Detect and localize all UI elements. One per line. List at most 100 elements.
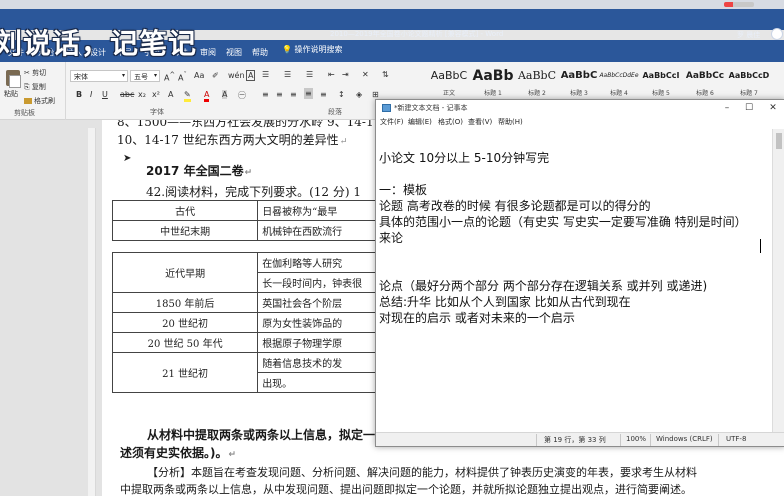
font-group-label: 字体 [150,108,164,116]
table-row: 古代 日晷被称为“最早 [111,200,382,221]
zoom-level: 100% [626,435,647,443]
paragraph-group-label: 段落 [328,108,342,116]
style-heading-7[interactable]: AaBbCcD 标题 7 [727,66,771,102]
text-effects-icon[interactable]: A [168,90,173,99]
chevron-down-icon: ▾ [121,72,125,79]
notepad-line: 一：模板 [379,183,428,197]
menu-help[interactable]: 帮助(H) [498,117,523,127]
notepad-line: 总结:升华 比如从个人到国家 比如从古代到现在 [379,295,631,309]
chinese-layout-icon[interactable]: ✕ [362,70,369,79]
doc-analysis-line-1: 【分析】本题旨在考查发现问题、分析问题、解决问题的能力，材料提供了钟表历史演变的… [147,466,697,479]
paste-button[interactable]: 粘贴 [4,89,18,99]
style-normal[interactable]: AaBbC 正文 [427,66,471,102]
shading-icon[interactable]: ◈ [356,90,362,99]
align-center-icon[interactable]: ≡ [276,90,283,99]
doc-table: 古代 日晷被称为“最早 中世纪末期 机械钟在西欧流行 近代早期 在伽利略等人研究 长一… [111,200,382,393]
style-heading-4[interactable]: AaBbCcDdEe 标题 4 [597,66,641,102]
word-window-title: 2010—2019年全国卷小论文题精析 [兼容模式] - Word [330,30,504,38]
numbering-icon[interactable]: ☰ [284,70,291,79]
style-heading-5[interactable]: AaBbCcI 标题 5 [639,66,683,102]
enclose-characters-icon[interactable]: ㊀ [238,90,246,101]
italic-icon[interactable]: I [90,90,92,99]
bold-icon[interactable]: B [76,90,82,99]
line-spacing-icon[interactable]: ↕ [338,90,345,99]
doc-question: 42.阅读材料，完成下列要求。(12 分) 1 [146,185,361,199]
paste-icon[interactable] [6,70,21,88]
doc-task-line-2: 述须有史实依据。)。↵ [120,446,237,460]
menu-view[interactable]: 查看(V) [468,117,492,127]
close-icon[interactable]: ✕ [762,101,784,115]
table-row [112,240,382,253]
font-name-select[interactable]: 宋体 ▾ [70,70,128,82]
scissors-icon: ✂ [24,69,30,77]
style-heading-6[interactable]: AaBbCc 标题 6 [683,66,727,102]
notepad-window[interactable]: *新建文本文档 - 记事本 – ☐ ✕ 文件(F) 编辑(E) 格式(O) 查看… [375,99,784,447]
phonetic-guide-icon[interactable]: wén [228,71,245,80]
window-dots-icon [724,2,754,7]
change-case-icon[interactable]: Aa [194,71,204,80]
encoding: UTF-8 [726,435,747,443]
multilevel-list-icon[interactable]: ☰ [306,70,313,79]
distributed-icon[interactable]: ≡ [320,90,327,99]
notepad-line: 对现在的启示 或者对未来的一个启示 [379,311,575,325]
maximize-icon[interactable]: ☐ [738,101,760,115]
sort-icon[interactable]: ⇅ [382,70,389,79]
tab-help[interactable]: 帮助 [252,47,268,58]
status-separator [620,434,621,446]
notepad-icon [382,104,391,112]
subscript-icon[interactable]: x₂ [138,90,146,99]
clear-format-icon[interactable]: ✐ [212,71,219,80]
shrink-font-icon[interactable]: Aˇ [178,71,187,83]
format-painter-icon [24,98,32,104]
menu-file[interactable]: 文件(F) [380,117,404,127]
align-right-icon[interactable]: ≡ [290,90,297,99]
style-heading-3[interactable]: AaBbC 标题 3 [557,66,601,102]
superscript-icon[interactable]: x² [152,90,160,99]
chevron-down-icon: ▾ [153,72,157,79]
menu-edit[interactable]: 编辑(E) [408,117,432,127]
notepad-title-bar[interactable]: *新建文本文档 - 记事本 – ☐ ✕ [376,100,784,116]
line-ending: Windows (CRLF) [656,435,713,443]
cursor-position: 第 19 行，第 33 列 [544,436,606,444]
highlight-icon[interactable]: ✎ [184,90,191,102]
table-row: 20 世纪初 原为女性装饰品的 [111,312,382,333]
justify-icon[interactable]: ≡ [304,88,313,99]
notepad-text-area[interactable]: 小论文 10分以上 5-10分钟写完 一：模板 论题 高考改卷的时候 有很多论题… [376,129,772,432]
format-painter-button[interactable]: 格式刷 [24,96,55,106]
notepad-scrollbar[interactable] [772,129,784,432]
notepad-status-bar: 第 19 行，第 33 列 100% Windows (CRLF) UTF-8 [376,432,784,446]
menu-format[interactable]: 格式(O) [438,117,463,127]
table-row: 近代早期 在伽利略等人研究 [111,252,382,293]
increase-indent-icon[interactable]: ⇥ [342,70,349,79]
grow-font-icon[interactable]: A^ [164,71,175,83]
table-row: 1850 年前后 英国社会各个阶层 [111,292,382,313]
bullets-icon[interactable]: ☰ [262,70,269,79]
strikethrough-icon[interactable]: abc [120,90,134,99]
notepad-menu-bar: 文件(F) 编辑(E) 格式(O) 查看(V) 帮助(H) [376,116,784,129]
cut-button[interactable]: ✂ 剪切 [24,68,46,78]
character-border-icon[interactable]: A [246,70,256,81]
align-left-icon[interactable]: ≡ [262,90,269,99]
doc-heading: 2017 年全国二卷↵ [146,164,253,178]
table-row: 中世纪末期 机械钟在西欧流行 [111,220,382,241]
user-avatar[interactable] [771,28,783,40]
word-user-name[interactable]: 罗 晨佳 [737,30,760,40]
borders-icon[interactable]: ⊞ [372,90,379,99]
minimize-icon[interactable]: – [716,101,738,115]
window-top-strip [0,0,784,9]
style-heading-1[interactable]: AaBb 标题 1 [471,66,515,102]
underline-icon[interactable]: U [102,90,108,99]
font-size-select[interactable]: 五号 ▾ [130,70,160,82]
decrease-indent-icon[interactable]: ⇤ [328,70,335,79]
font-color-icon[interactable]: A [204,90,210,102]
character-shading-icon[interactable]: A [222,90,228,99]
clipboard-group: 粘贴 ✂ 剪切 ⎘ 复制 格式刷 剪贴板 [0,62,66,120]
notepad-line: 具体的范围小一点的论题（有史实 写史实一定要写准确 特别是时间） [379,215,747,229]
status-separator [718,434,719,446]
copy-button[interactable]: ⎘ 复制 [24,82,46,92]
tab-view[interactable]: 视图 [226,47,242,58]
style-heading-2[interactable]: AaBbC 标题 2 [515,66,559,102]
lightbulb-icon: 💡 [282,45,292,54]
tell-me-search[interactable]: 💡 操作说明搜索 [282,44,343,55]
scrollbar-thumb[interactable] [776,133,782,149]
